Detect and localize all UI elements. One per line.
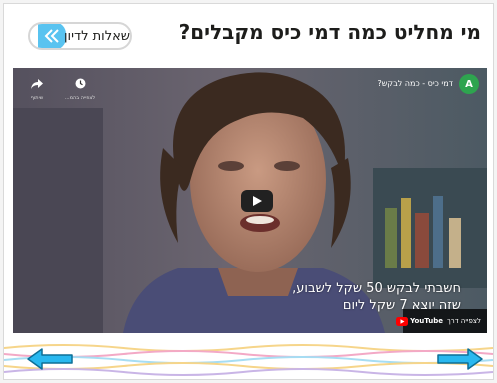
share-control[interactable]: שיתוף (23, 74, 51, 101)
clock-icon (75, 78, 85, 89)
arrow-right-icon[interactable] (436, 347, 484, 371)
watch-later-control[interactable]: לצפייה בהמ... (57, 74, 103, 101)
share-label: שיתוף (30, 95, 44, 101)
youtube-play-icon (396, 316, 409, 326)
channel-avatar[interactable]: A (459, 74, 479, 94)
footer-nav (4, 338, 493, 381)
double-chevron-left-icon (38, 24, 67, 48)
app-frame: מי מחליט כמה דמי כיס מקבלים? שאלות לדיון (3, 3, 494, 380)
youtube-logo: YouTube (396, 316, 444, 326)
discussion-questions-button[interactable]: שאלות לדיון (28, 22, 132, 50)
play-button[interactable] (241, 190, 273, 212)
watch-on-youtube-button[interactable]: YouTube לצפייה דרך (396, 309, 487, 333)
video-title[interactable]: דמי כיס - כמה לבקש? (377, 79, 453, 88)
discussion-questions-label: שאלות לדיון (64, 28, 130, 44)
video-player[interactable]: שיתוף לצפייה בהמ... A דמי כיס - כמה לבקש… (13, 68, 487, 333)
play-icon (253, 196, 262, 206)
watch-later-label: לצפייה בהמ... (64, 95, 96, 101)
arrow-left-icon[interactable] (26, 347, 74, 371)
page-title: מי מחליט כמה דמי כיס מקבלים? (178, 20, 481, 44)
youtube-brand-text: YouTube (410, 317, 444, 325)
subtitle-line-1: חשבתי לבקש 50 שקל לשבוע, (292, 281, 461, 296)
share-arrow-icon (31, 79, 43, 89)
watch-on-label: לצפייה דרך (447, 317, 481, 325)
header: מי מחליט כמה דמי כיס מקבלים? שאלות לדיון (4, 4, 493, 62)
decorative-wave-lines (4, 344, 493, 376)
